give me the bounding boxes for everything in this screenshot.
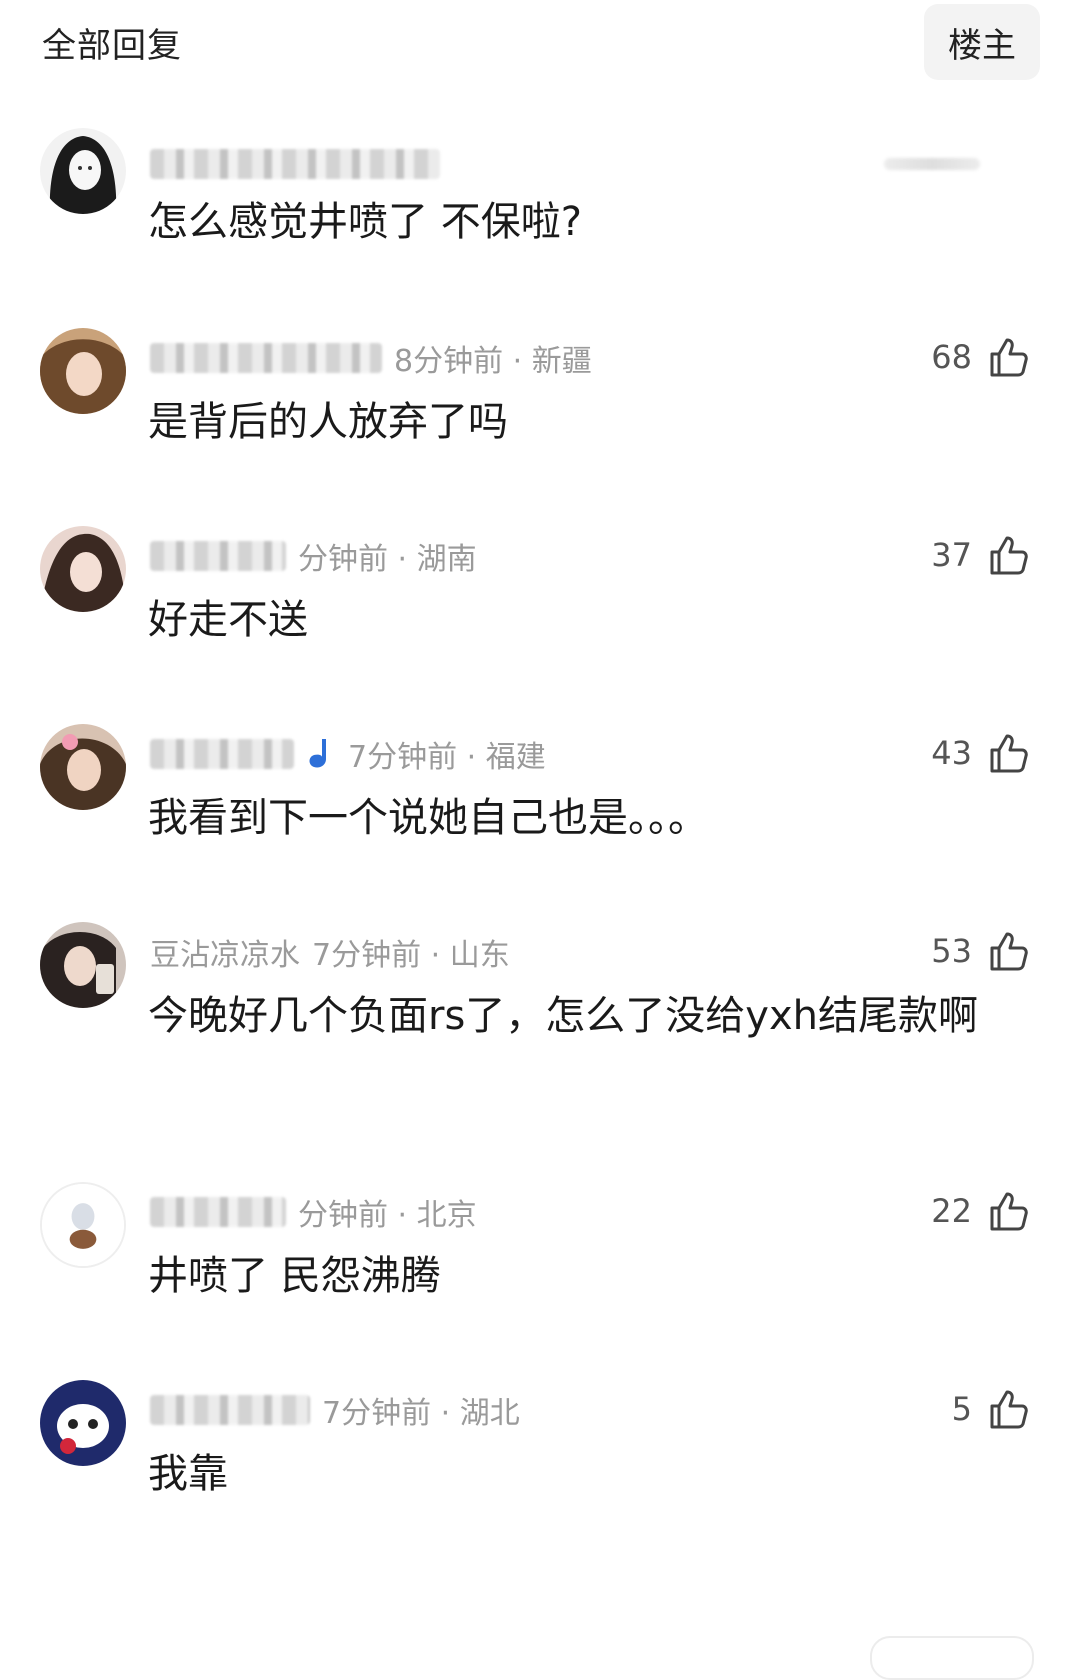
avatar[interactable]: [40, 328, 126, 414]
comment-text: 今晚好几个负面rs了，怎么了没给yxh结尾款啊: [148, 993, 978, 1039]
comment-time-location: 8分钟前 · 新疆: [394, 344, 592, 379]
like-count: 68: [931, 338, 972, 376]
avatar[interactable]: [40, 1380, 126, 1466]
thumbs-up-icon: [990, 932, 1028, 971]
username-blurred: [150, 1395, 310, 1425]
username-blurred: [150, 343, 382, 373]
avatar-image: [40, 922, 126, 1008]
comment-meta: 8分钟前 · 新疆: [150, 338, 592, 379]
page-title: 全部回复: [42, 26, 182, 66]
like-button[interactable]: 68: [931, 332, 1030, 382]
avatar-image: [40, 724, 126, 810]
avatar[interactable]: [40, 922, 126, 1008]
username-blurred: [150, 541, 286, 571]
avatar[interactable]: [40, 724, 126, 810]
avatar[interactable]: [40, 1182, 126, 1268]
like-count: 43: [931, 734, 972, 772]
avatar-image: [40, 1380, 126, 1466]
like-count: 53: [931, 932, 972, 970]
comment-meta: 豆沾凉凉水 7分钟前 · 山东: [150, 930, 510, 974]
comment-time-location: 7分钟前 · 福建: [348, 740, 546, 775]
comment-text: 是背后的人放弃了吗: [148, 399, 508, 445]
avatar-image: [40, 328, 126, 414]
comment-text: 我靠: [148, 1451, 228, 1497]
comment-text: 我看到下一个说她自己也是。。。: [148, 795, 708, 841]
username-blurred: [150, 149, 440, 179]
op-filter-button[interactable]: 楼主: [924, 4, 1040, 80]
blurred-region: [884, 158, 980, 170]
avatar[interactable]: [40, 526, 126, 612]
comment-time-location: 分钟前 · 湖南: [298, 542, 477, 577]
comment-meta: 分钟前 · 湖南: [150, 536, 477, 577]
username-blurred: [150, 739, 294, 769]
avatar-image: [40, 526, 126, 612]
comment-time-location: 7分钟前 · 湖北: [322, 1396, 520, 1431]
comment-meta: 7分钟前 · 湖北: [150, 1390, 520, 1431]
like-button[interactable]: 5: [952, 1384, 1030, 1434]
thumbs-up-icon: [990, 1192, 1028, 1231]
comment-text: 井喷了 民怨沸腾: [148, 1253, 441, 1299]
thumbs-up-icon: [990, 1390, 1028, 1429]
avatar[interactable]: [40, 128, 126, 214]
thumbs-up-icon: [990, 536, 1028, 575]
like-count: 37: [931, 536, 972, 574]
like-button[interactable]: 53: [931, 926, 1030, 976]
like-button[interactable]: 37: [931, 530, 1030, 580]
bottom-action-pill[interactable]: [870, 1636, 1034, 1680]
username-blurred: [150, 1197, 286, 1227]
comment-time-location: 分钟前 · 北京: [298, 1198, 477, 1233]
comment-meta: [150, 144, 440, 184]
comment-text: 好走不送: [148, 597, 308, 643]
like-button[interactable]: 43: [931, 728, 1030, 778]
music-note-badge-icon: [309, 739, 326, 768]
comment-meta: 分钟前 · 北京: [150, 1192, 477, 1233]
avatar-image: [40, 128, 126, 214]
username[interactable]: 豆沾凉凉水: [150, 930, 300, 974]
thumbs-up-icon: [990, 338, 1028, 377]
header: 全部回复 楼主: [0, 0, 1080, 90]
thumbs-up-icon: [990, 734, 1028, 773]
comment-meta: 7分钟前 · 福建: [150, 734, 546, 775]
like-button[interactable]: 22: [931, 1186, 1030, 1236]
comment-text: 怎么感觉井喷了 不保啦?: [148, 199, 582, 245]
like-count: 5: [951, 1390, 972, 1428]
like-count: 22: [931, 1192, 972, 1230]
avatar-image: [42, 1184, 124, 1266]
comment-time-location: 7分钟前 · 山东: [312, 938, 510, 973]
